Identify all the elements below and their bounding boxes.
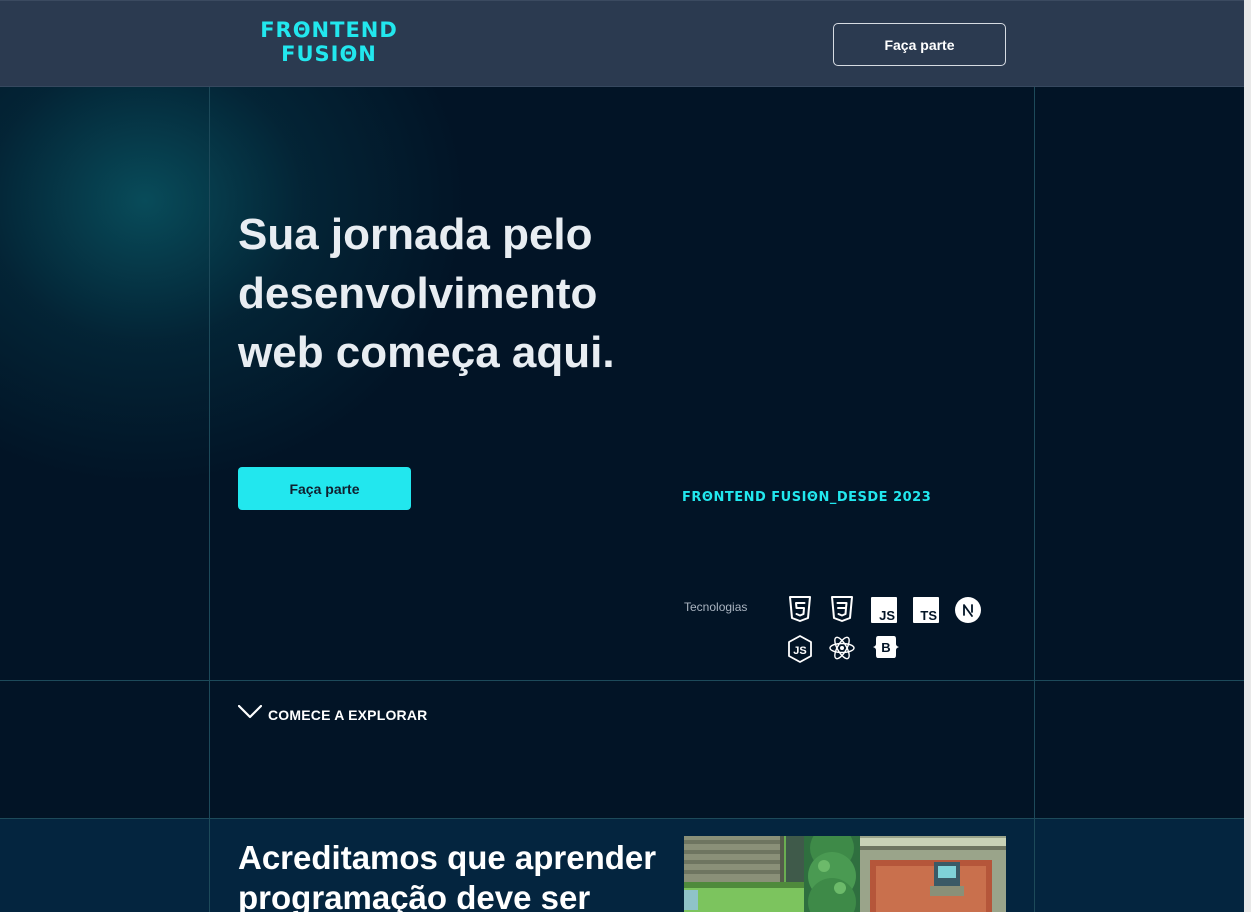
- about-section: Acreditamos que aprender programação dev…: [0, 818, 1244, 912]
- scrollbar-track[interactable]: [1244, 0, 1251, 912]
- svg-text:JS: JS: [793, 645, 806, 657]
- grid-line-hero-bottom: [0, 680, 1244, 681]
- explore-label: COMECE A EXPLORAR: [268, 706, 428, 723]
- logo-line-2: FUSIΘN: [281, 42, 377, 66]
- header-join-button[interactable]: Faça parte: [833, 23, 1006, 66]
- svg-text:JS: JS: [879, 608, 895, 623]
- about-title: Acreditamos que aprender programação dev…: [238, 839, 657, 912]
- logo[interactable]: FRΘNTEND FUSIΘN: [238, 18, 420, 66]
- css3-icon: [828, 595, 856, 623]
- typescript-icon: TS: [912, 596, 940, 624]
- hero-join-button[interactable]: Faça parte: [238, 467, 411, 510]
- technologies-label: Tecnologias: [684, 600, 748, 614]
- react-icon: [828, 634, 856, 662]
- site-header: FRΘNTEND FUSIΘN Faça parte: [0, 0, 1244, 87]
- landing-page: FRΘNTEND FUSIΘN Faça parte Sua jornada p…: [0, 0, 1251, 912]
- explore-section: COMECE A EXPLORAR: [0, 681, 1244, 818]
- bootstrap-icon: B: [872, 633, 900, 661]
- svg-text:B: B: [881, 640, 890, 655]
- html5-icon: [786, 595, 814, 623]
- chevron-down-icon: [237, 704, 263, 724]
- explore-link[interactable]: COMECE A EXPLORAR: [237, 704, 428, 724]
- hero-title: Sua jornada pelo desenvolvimento web com…: [238, 210, 615, 377]
- grid-line-right: [1034, 87, 1035, 912]
- javascript-icon: JS: [870, 596, 898, 624]
- since-tagline: FRΘNTEND FUSIΘN_DESDE 2023: [682, 490, 932, 505]
- grid-line-about-top: [0, 818, 1244, 819]
- pixel-game-scene-image: [684, 836, 1006, 912]
- grid-line-left: [209, 87, 210, 912]
- hero-section: Sua jornada pelo desenvolvimento web com…: [0, 87, 1244, 681]
- svg-text:TS: TS: [920, 608, 937, 623]
- nextjs-icon: [954, 596, 982, 624]
- logo-line-1: FRΘNTEND: [260, 18, 398, 42]
- nodejs-icon: JS: [786, 635, 814, 663]
